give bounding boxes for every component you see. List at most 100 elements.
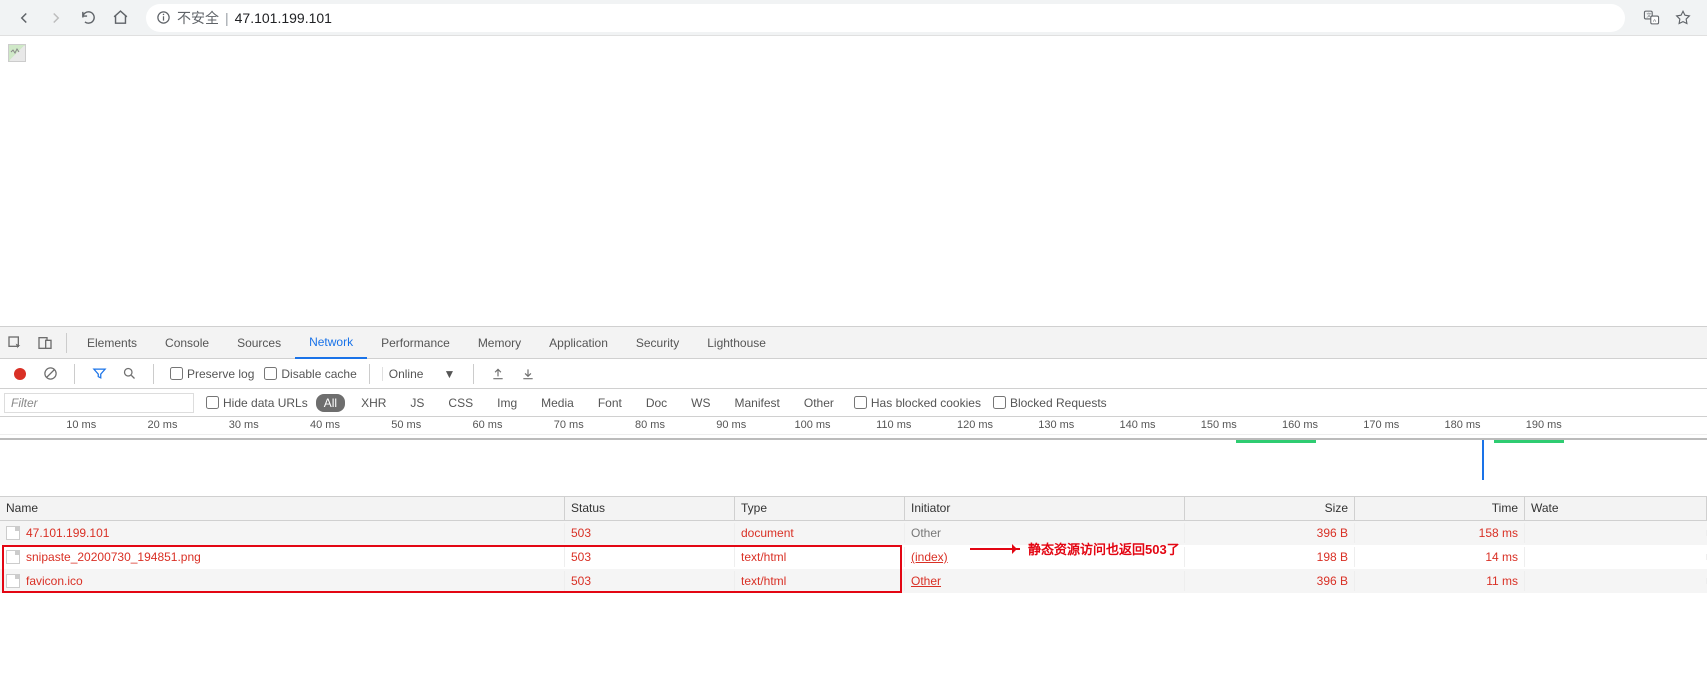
info-icon [156, 10, 171, 25]
timeline-ruler: 10 ms20 ms30 ms40 ms50 ms60 ms70 ms80 ms… [0, 417, 1707, 435]
timeline-tick: 190 ms [1526, 419, 1562, 431]
table-row[interactable]: snipaste_20200730_194851.png503text/html… [0, 545, 1707, 569]
timeline-tick: 70 ms [554, 419, 584, 431]
timeline-tick: 20 ms [148, 419, 178, 431]
timeline-tick: 90 ms [716, 419, 746, 431]
tab-security[interactable]: Security [622, 327, 693, 359]
search-icon[interactable] [117, 362, 141, 386]
bookmark-star-icon[interactable] [1667, 2, 1699, 34]
timeline-bar [0, 438, 1707, 440]
filter-type-manifest[interactable]: Manifest [727, 394, 788, 412]
back-button[interactable] [8, 2, 40, 34]
annotation-text: 静态资源访问也返回503了 [1028, 539, 1180, 558]
timeline-tick: 10 ms [66, 419, 96, 431]
table-row[interactable]: favicon.ico503text/htmlOther396 B11 ms [0, 569, 1707, 593]
svg-text:文: 文 [1646, 12, 1651, 19]
network-timeline[interactable]: 10 ms20 ms30 ms40 ms50 ms60 ms70 ms80 ms… [0, 417, 1707, 497]
has-blocked-cookies-checkbox[interactable]: Has blocked cookies [854, 396, 981, 410]
address-bar[interactable]: 不安全 | 47.101.199.101 [146, 4, 1625, 32]
tab-performance[interactable]: Performance [367, 327, 464, 359]
column-status[interactable]: Status [565, 497, 735, 520]
timeline-tick: 30 ms [229, 419, 259, 431]
timeline-tick: 140 ms [1119, 419, 1155, 431]
security-label: 不安全 [177, 8, 219, 28]
table-header: Name Status Type Initiator Size Time Wat… [0, 497, 1707, 521]
column-time[interactable]: Time [1355, 497, 1525, 520]
filter-type-img[interactable]: Img [489, 394, 525, 412]
filter-type-xhr[interactable]: XHR [353, 394, 394, 412]
address-url: 47.101.199.101 [235, 10, 332, 26]
broken-image-icon [8, 44, 26, 62]
page-content [0, 36, 1707, 326]
timeline-segment [1494, 440, 1564, 443]
timeline-tick: 50 ms [391, 419, 421, 431]
timeline-tick: 110 ms [876, 419, 911, 431]
clear-button[interactable] [38, 362, 62, 386]
network-table: Name Status Type Initiator Size Time Wat… [0, 497, 1707, 593]
tab-application[interactable]: Application [535, 327, 622, 359]
network-toolbar: Preserve log Disable cache Online ▼ [0, 359, 1707, 389]
devtools-panel: Elements Console Sources Network Perform… [0, 326, 1707, 593]
disable-cache-checkbox[interactable]: Disable cache [264, 367, 356, 381]
hide-data-urls-checkbox[interactable]: Hide data URLs [206, 396, 308, 410]
browser-toolbar: 不安全 | 47.101.199.101 文A [0, 0, 1707, 36]
timeline-tick: 40 ms [310, 419, 340, 431]
preserve-log-checkbox[interactable]: Preserve log [170, 367, 254, 381]
filter-type-other[interactable]: Other [796, 394, 842, 412]
filter-input[interactable]: Filter [4, 393, 194, 413]
timeline-tick: 120 ms [957, 419, 993, 431]
column-waterfall[interactable]: Wate [1525, 497, 1707, 520]
filter-type-media[interactable]: Media [533, 394, 582, 412]
network-filter-bar: Filter Hide data URLs All XHR JS CSS Img… [0, 389, 1707, 417]
tab-memory[interactable]: Memory [464, 327, 535, 359]
translate-icon[interactable]: 文A [1635, 2, 1667, 34]
device-toolbar-icon[interactable] [30, 328, 60, 358]
file-icon [6, 526, 20, 540]
tab-sources[interactable]: Sources [223, 327, 295, 359]
timeline-segment [1236, 440, 1316, 443]
filter-type-css[interactable]: CSS [440, 394, 481, 412]
upload-har-icon[interactable] [486, 362, 510, 386]
filter-type-ws[interactable]: WS [683, 394, 718, 412]
annotation-arrow: 静态资源访问也返回503了 [970, 539, 1180, 558]
record-button[interactable] [8, 362, 32, 386]
filter-toggle-icon[interactable] [87, 362, 111, 386]
toolbar-divider [369, 364, 370, 384]
table-row[interactable]: 47.101.199.101503documentOther396 B158 m… [0, 521, 1707, 545]
toolbar-divider [74, 364, 75, 384]
column-name[interactable]: Name [0, 497, 565, 520]
devtools-tabs: Elements Console Sources Network Perform… [0, 327, 1707, 359]
tab-elements[interactable]: Elements [73, 327, 151, 359]
timeline-tick: 150 ms [1201, 419, 1237, 431]
tab-network[interactable]: Network [295, 327, 367, 359]
timeline-tick: 170 ms [1363, 419, 1399, 431]
filter-type-doc[interactable]: Doc [638, 394, 675, 412]
reload-button[interactable] [72, 2, 104, 34]
download-har-icon[interactable] [516, 362, 540, 386]
file-icon [6, 550, 20, 564]
column-size[interactable]: Size [1185, 497, 1355, 520]
filter-type-all[interactable]: All [316, 394, 345, 412]
inspect-element-icon[interactable] [0, 328, 30, 358]
timeline-tick: 100 ms [794, 419, 830, 431]
tab-console[interactable]: Console [151, 327, 223, 359]
timeline-tick: 80 ms [635, 419, 665, 431]
toolbar-divider [473, 364, 474, 384]
filter-type-js[interactable]: JS [402, 394, 432, 412]
timeline-tick: 160 ms [1282, 419, 1318, 431]
toolbar-divider [153, 364, 154, 384]
throttling-select[interactable]: Online ▼ [382, 367, 462, 381]
address-divider: | [225, 10, 229, 26]
tab-lighthouse[interactable]: Lighthouse [693, 327, 780, 359]
timeline-body [0, 435, 1707, 497]
column-initiator[interactable]: Initiator [905, 497, 1185, 520]
timeline-tick: 180 ms [1444, 419, 1480, 431]
filter-type-font[interactable]: Font [590, 394, 630, 412]
forward-button[interactable] [40, 2, 72, 34]
tab-divider [66, 333, 67, 353]
column-type[interactable]: Type [735, 497, 905, 520]
timeline-marker [1482, 440, 1484, 480]
file-icon [6, 574, 20, 588]
blocked-requests-checkbox[interactable]: Blocked Requests [993, 396, 1107, 410]
home-button[interactable] [104, 2, 136, 34]
